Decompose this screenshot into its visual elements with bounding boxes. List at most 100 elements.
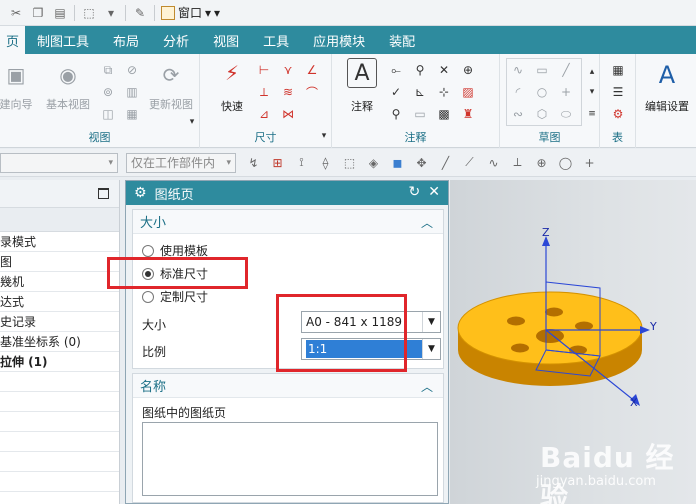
angular-dimension-icon[interactable]: ∠	[304, 62, 320, 78]
maximize-icon[interactable]	[98, 188, 109, 199]
tab-drafting-tools[interactable]: 制图工具	[25, 26, 101, 54]
linear-dimension-icon[interactable]: ⊢	[256, 62, 272, 78]
image-icon[interactable]: ▭	[412, 106, 428, 122]
edit-settings-button[interactable]: A 编辑设置	[640, 60, 694, 114]
collapse-icon[interactable]: ︿	[421, 214, 433, 231]
hatch-icon[interactable]: ▨	[460, 84, 476, 100]
name-section-title: 名称	[140, 380, 167, 395]
tangent-snap-icon[interactable]: ⟂	[510, 155, 525, 170]
point-icon[interactable]: +	[558, 84, 574, 100]
ordinate-dimension-icon[interactable]: ⊿	[256, 106, 272, 122]
quick-dimension-button[interactable]: ⚡ 快速	[212, 58, 252, 114]
detail-view-icon[interactable]: ⊚	[100, 84, 116, 100]
list-item[interactable]: 图	[0, 252, 119, 272]
datum-feature-icon[interactable]: ⚲	[412, 62, 428, 78]
arc-icon[interactable]: ◜	[510, 84, 526, 100]
circle-icon[interactable]: ○	[534, 84, 550, 100]
snap-feature-icon[interactable]: ⟟	[294, 155, 309, 170]
more-arrow-icon[interactable]: ▾	[184, 114, 200, 130]
gallery-up-icon[interactable]: ▴	[584, 64, 600, 80]
insert-icon[interactable]: ⬚	[81, 5, 97, 21]
dropdown-arrow-icon[interactable]: ▾	[103, 5, 119, 21]
profile-icon[interactable]: ∿	[510, 62, 526, 78]
drawing-view-icon[interactable]: ▦	[124, 106, 140, 122]
snap-select-icon[interactable]: ⊞	[270, 155, 285, 170]
view-wizard-button[interactable]: ▣ 建向导	[0, 60, 40, 112]
tab-assembly[interactable]: 装配	[377, 26, 427, 54]
polygon-icon[interactable]: ⬡	[534, 106, 550, 122]
point-snap-icon[interactable]: ✥	[414, 155, 429, 170]
tab-analysis[interactable]: 分析	[151, 26, 201, 54]
section-view-icon[interactable]: ⊘	[124, 62, 140, 78]
gallery-down-icon[interactable]: ▾	[584, 84, 600, 100]
thickness-dimension-icon[interactable]: ≋	[280, 84, 296, 100]
paste-icon[interactable]: ▤	[52, 5, 68, 21]
center-mark-icon[interactable]: ⊹	[436, 84, 452, 100]
region-icon[interactable]: ▩	[436, 106, 452, 122]
tab-tools[interactable]: 工具	[251, 26, 301, 54]
auto-balloon-icon[interactable]: ⚙	[610, 106, 626, 122]
snap-body-icon[interactable]: ⟠	[318, 155, 333, 170]
close-icon[interactable]: ✕	[428, 184, 440, 200]
toolbar-divider	[74, 4, 75, 21]
disc-top	[457, 291, 643, 365]
line-snap-icon[interactable]: ╱	[438, 155, 453, 170]
center-snap-icon[interactable]: ⊕	[534, 155, 549, 170]
view-cube-icon[interactable]: ◈	[366, 155, 381, 170]
update-view-button[interactable]: ⟳ 更新视图	[146, 60, 196, 112]
list-item[interactable]: 史记录	[0, 312, 119, 332]
gallery-more-icon[interactable]: ≡	[584, 106, 600, 122]
scissors-icon[interactable]: ✂	[8, 5, 24, 21]
magnifier-icon[interactable]: ⚲	[388, 106, 404, 122]
list-item[interactable]: 达式	[0, 292, 119, 312]
custom-size-radio[interactable]: 定制尺寸	[142, 288, 208, 305]
copy-icon[interactable]: ❐	[30, 5, 46, 21]
collapse-icon[interactable]: ︿	[421, 378, 433, 395]
tab-application[interactable]: 应用模块	[301, 26, 377, 54]
base-view-button[interactable]: ◉ 基本视图	[40, 60, 96, 112]
target-icon[interactable]: ⊕	[460, 62, 476, 78]
chamfer-dimension-icon[interactable]: ⟂	[256, 84, 272, 100]
shaded-cube-icon[interactable]: ◼	[390, 155, 405, 170]
tab-view[interactable]: 视图	[201, 26, 251, 54]
table-icon[interactable]: ▦	[610, 62, 626, 78]
rectangle-icon[interactable]: ▭	[534, 62, 550, 78]
break-view-icon[interactable]: ▥	[124, 84, 140, 100]
gear-icon[interactable]: ⚙	[134, 185, 147, 201]
window-menu-button[interactable]: 窗口 ▾ ▾	[161, 4, 220, 21]
perimeter-dimension-icon[interactable]: ⋈	[280, 106, 296, 122]
note-button[interactable]: A 注释	[342, 58, 382, 114]
tab-home[interactable]: 页	[0, 26, 26, 54]
eraser-icon[interactable]: ✎	[132, 5, 148, 21]
radial-dimension-icon[interactable]: ⋎	[280, 62, 296, 78]
line-snap-2-icon[interactable]: ⟋	[462, 155, 477, 170]
curve-snap-icon[interactable]: ∿	[486, 155, 501, 170]
list-item[interactable]: 录模式	[0, 232, 119, 252]
weld-symbol-icon[interactable]: ⊾	[412, 84, 428, 100]
surface-finish-icon[interactable]: ✓	[388, 84, 404, 100]
list-item[interactable]: 幾机	[0, 272, 119, 292]
sheets-listbox[interactable]	[142, 422, 438, 496]
type-filter-combo[interactable]: ▾	[0, 152, 118, 173]
list-item[interactable]: 基准坐标系 (0)	[0, 332, 119, 352]
reset-icon[interactable]: ↻	[409, 184, 421, 200]
line-icon[interactable]: ╱	[558, 62, 574, 78]
circle-snap-icon[interactable]: ◯	[558, 155, 573, 170]
list-item[interactable]: 拉伸 (1)	[0, 352, 119, 372]
balloon-icon[interactable]: ♜	[460, 106, 476, 122]
cross-snap-icon[interactable]: +	[582, 155, 597, 170]
ellipse-icon[interactable]: ⬭	[558, 106, 574, 122]
tab-layout[interactable]: 布局	[101, 26, 151, 54]
feature-control-icon[interactable]: ⟜	[388, 62, 404, 78]
cross-icon[interactable]: ✕	[436, 62, 452, 78]
box-select-icon[interactable]: ⬚	[342, 155, 357, 170]
name-section-header[interactable]: 名称 ︿	[133, 374, 443, 398]
auxiliary-view-icon[interactable]: ◫	[100, 106, 116, 122]
parts-list-icon[interactable]: ☰	[610, 84, 626, 100]
snap-arrow-icon[interactable]: ↯	[246, 155, 261, 170]
projected-view-icon[interactable]: ⧉	[100, 62, 116, 78]
arc-length-icon[interactable]: ⌒	[304, 84, 320, 100]
spline-icon[interactable]: ∾	[510, 106, 526, 122]
size-section-header[interactable]: 大小 ︿	[133, 210, 443, 234]
scope-combo[interactable]: 仅在工作部件内 ▾	[126, 152, 236, 173]
